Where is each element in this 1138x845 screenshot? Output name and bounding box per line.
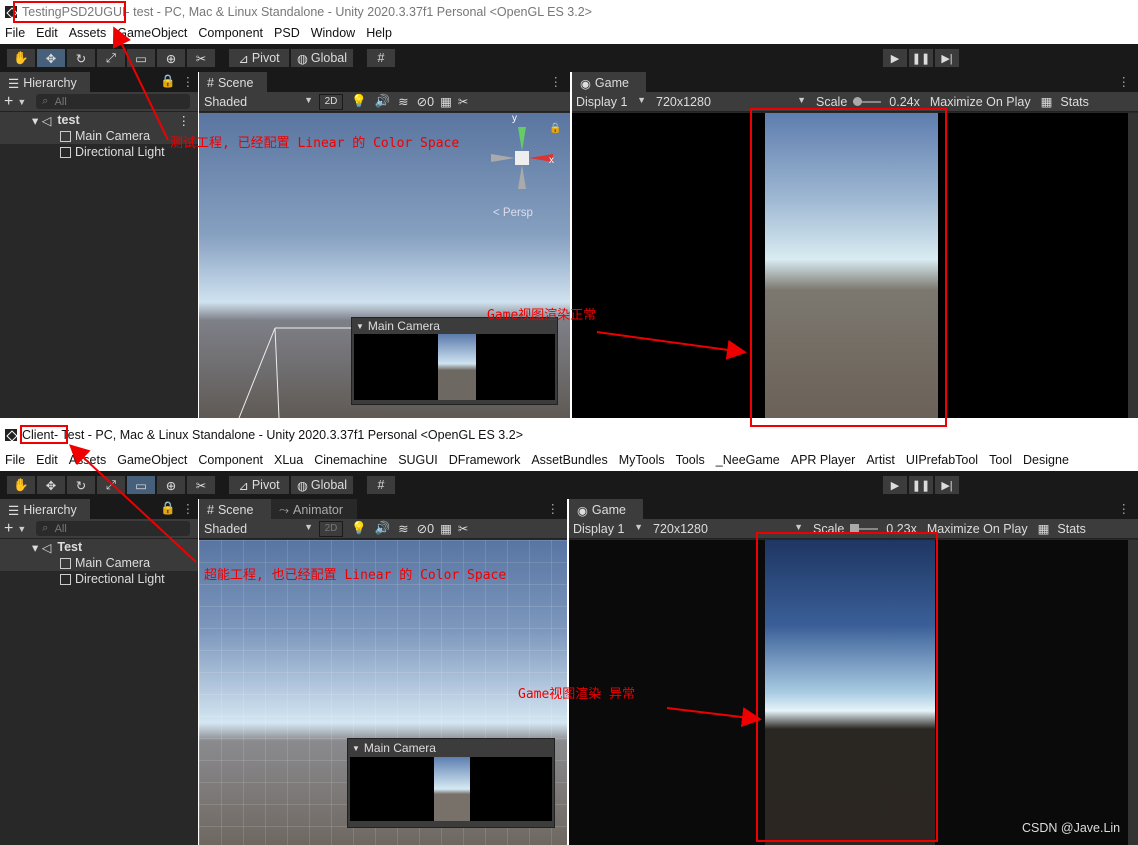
annotation-bottom-game: Game视图渲染 异常 bbox=[518, 687, 636, 702]
annotation-bottom-project: 超能工程, 也已经配置 Linear 的 Color Space bbox=[204, 568, 507, 583]
annotation-top-game: Game视图渲染正常 bbox=[487, 308, 597, 323]
annotation-top-project: 测试工程, 已经配置 Linear 的 Color Space bbox=[170, 136, 460, 151]
watermark: CSDN @Jave.Lin bbox=[1022, 821, 1121, 835]
annotation-arrows bbox=[69, 26, 762, 728]
